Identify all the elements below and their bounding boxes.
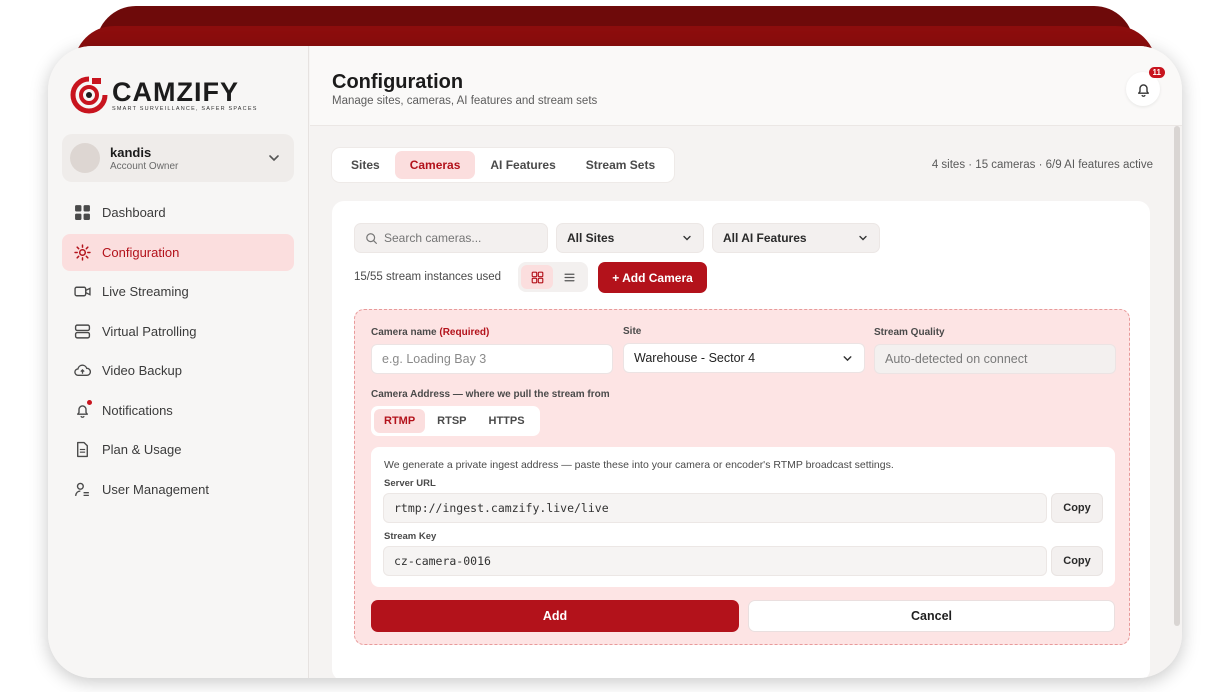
add-button[interactable]: Add	[371, 600, 739, 632]
camera-name-label: Camera name (Required)	[371, 327, 489, 338]
server-url-label: Server URL	[384, 478, 436, 489]
tab-stream-sets[interactable]: Stream Sets	[571, 151, 670, 179]
search-icon	[366, 232, 377, 244]
sidebar-item-user-management[interactable]: User Management	[62, 471, 294, 508]
sidebar-item-label: Configuration	[102, 244, 180, 260]
gear-icon	[73, 243, 91, 261]
chevron-down-icon	[269, 155, 279, 162]
chevron-down-icon	[683, 235, 691, 241]
tab-https[interactable]: HTTPS	[479, 409, 535, 433]
sidebar-nav: Dashboard Configuration Live Streaming V…	[62, 194, 294, 510]
sidebar-item-label: Video Backup	[102, 363, 182, 378]
add-camera-form: Camera name (Required) e.g. Loading Bay …	[354, 309, 1130, 645]
sites-filter-select[interactable]: All Sites	[556, 223, 704, 253]
page-title: Configuration	[332, 71, 464, 93]
cancel-button[interactable]: Cancel	[748, 600, 1115, 632]
list-view-button[interactable]	[553, 265, 585, 289]
site-value: Warehouse - Sector 4	[634, 351, 756, 365]
bell-icon	[1137, 83, 1149, 97]
view-toggle	[518, 262, 588, 292]
ingest-note: We generate a private ingest address — p…	[384, 459, 894, 471]
tab-sites[interactable]: Sites	[336, 151, 395, 179]
camera-name-label-text: Camera name	[371, 327, 437, 338]
camera-name-placeholder: e.g. Loading Bay 3	[382, 352, 487, 366]
sidebar-item-label: Plan & Usage	[102, 442, 182, 457]
sidebar-item-label: Notifications	[102, 402, 173, 418]
stream-quality-value: Auto-detected on connect	[885, 352, 1028, 366]
avatar	[70, 143, 100, 173]
tab-cameras[interactable]: Cameras	[394, 151, 476, 179]
document-icon	[73, 441, 91, 459]
users-icon	[73, 480, 91, 498]
account-switcher[interactable]: kandis Account Owner	[62, 134, 294, 182]
stream-usage-text: 15/55 stream instances used	[354, 271, 502, 283]
chevron-down-icon	[859, 235, 867, 241]
ai-filter-value: All AI Features	[723, 231, 807, 245]
stream-key-field[interactable]: cz-camera-0016	[383, 546, 1047, 576]
unread-dot	[87, 400, 92, 405]
camera-lens-icon	[70, 76, 108, 114]
screenshot-stage: CAMZIFY SMART SURVEILLANCE, SAFER SPACES…	[0, 0, 1229, 692]
camera-address-label: Camera Address — where we pull the strea…	[371, 389, 610, 400]
add-camera-button[interactable]: + Add Camera	[598, 262, 707, 293]
sidebar-item-virtual-patrolling[interactable]: Virtual Patrolling	[62, 313, 294, 350]
sidebar-item-label: Dashboard	[102, 205, 166, 220]
server-url-field[interactable]: rtmp://ingest.camzify.live/live	[383, 493, 1047, 523]
chevron-down-icon	[843, 355, 852, 361]
stream-key-label: Stream Key	[384, 531, 437, 542]
camera-name-field[interactable]: e.g. Loading Bay 3	[371, 344, 613, 374]
sidebar-item-label: Virtual Patrolling	[102, 323, 197, 339]
sidebar-item-video-backup[interactable]: Video Backup	[62, 352, 294, 389]
tab-rtsp[interactable]: RTSP	[427, 409, 476, 433]
scrollbar[interactable]	[1174, 126, 1180, 626]
video-camera-icon	[73, 283, 91, 301]
search-input[interactable]	[384, 231, 544, 245]
protocol-tabs: RTMP RTSP HTTPS	[371, 406, 540, 436]
sidebar-item-label: User Management	[102, 481, 209, 497]
account-name: kandis	[110, 144, 152, 160]
main-content: Configuration Manage sites, cameras, AI …	[310, 46, 1182, 678]
brand-name: CAMZIFY	[112, 76, 239, 107]
copy-stream-key-button[interactable]: Copy	[1051, 546, 1103, 576]
config-tabs: Sites Cameras AI Features Stream Sets	[332, 148, 675, 182]
copy-server-url-button[interactable]: Copy	[1051, 493, 1103, 523]
search-box[interactable]	[354, 223, 548, 253]
sidebar-item-label: Live Streaming	[102, 284, 189, 299]
brand-logo[interactable]: CAMZIFY SMART SURVEILLANCE, SAFER SPACES	[70, 76, 258, 114]
grid-icon	[73, 204, 91, 222]
sidebar: CAMZIFY SMART SURVEILLANCE, SAFER SPACES…	[48, 46, 309, 678]
brand-tagline: SMART SURVEILLANCE, SAFER SPACES	[112, 105, 258, 112]
account-role: Account Owner	[110, 160, 179, 172]
ai-features-filter-select[interactable]: All AI Features	[712, 223, 880, 253]
sidebar-item-dashboard[interactable]: Dashboard	[62, 194, 294, 231]
sidebar-item-notifications[interactable]: Notifications	[62, 392, 294, 429]
cameras-card: All Sites All AI Features 15/55 stream i…	[332, 201, 1150, 678]
stream-quality-field: Auto-detected on connect	[874, 344, 1116, 374]
sidebar-item-live-streaming[interactable]: Live Streaming	[62, 273, 294, 310]
tab-ai-features[interactable]: AI Features	[475, 151, 570, 179]
sites-filter-value: All Sites	[567, 231, 615, 245]
page-header: Configuration Manage sites, cameras, AI …	[310, 46, 1182, 126]
sidebar-item-plan-usage[interactable]: Plan & Usage	[62, 431, 294, 468]
grid-view-button[interactable]	[521, 265, 553, 289]
stream-quality-label: Stream Quality	[874, 327, 945, 338]
notification-count-badge: 11	[1148, 67, 1165, 78]
sidebar-item-configuration[interactable]: Configuration	[62, 233, 294, 271]
app-window: CAMZIFY SMART SURVEILLANCE, SAFER SPACES…	[48, 46, 1182, 678]
grid-view-icon	[531, 271, 543, 283]
required-marker: (Required)	[439, 327, 490, 338]
tab-rtmp[interactable]: RTMP	[374, 409, 426, 433]
cloud-upload-icon	[73, 362, 91, 380]
server-icon	[73, 322, 91, 340]
site-label: Site	[623, 326, 642, 337]
page-subtitle: Manage sites, cameras, AI features and s…	[332, 95, 598, 107]
bell-icon	[73, 400, 92, 419]
list-view-icon	[563, 273, 575, 281]
notifications-button[interactable]: 11	[1126, 67, 1165, 106]
rtmp-ingest-panel: We generate a private ingest address — p…	[371, 447, 1115, 587]
site-select[interactable]: Warehouse - Sector 4	[623, 343, 865, 373]
summary-stats: 4 sites · 15 cameras · 6/9 AI features a…	[931, 159, 1153, 171]
